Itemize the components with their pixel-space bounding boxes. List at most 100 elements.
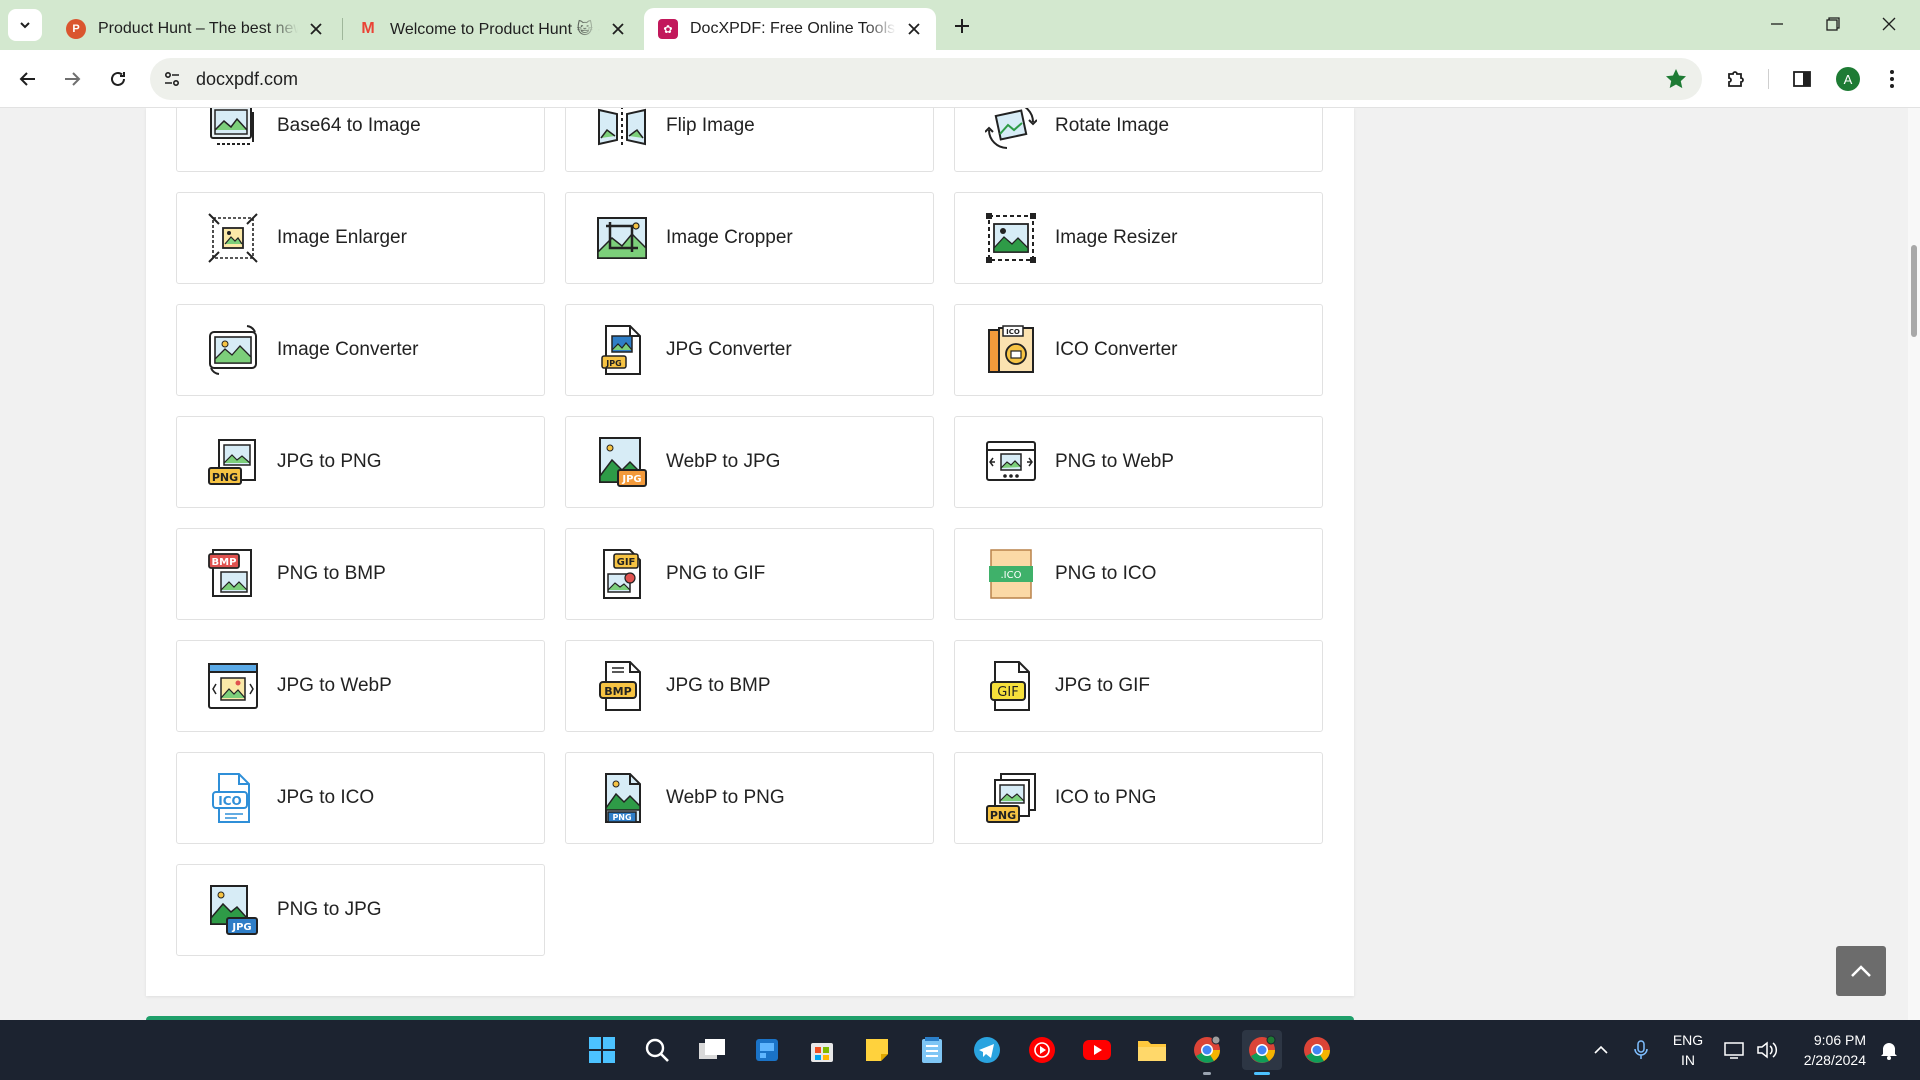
tool-label: JPG to PNG [277,451,382,472]
tool-card-jpg-to-gif[interactable]: GIF JPG to GIF [954,640,1323,732]
side-panel-button[interactable] [1786,63,1818,95]
tool-card-jpg-to-ico[interactable]: ICO JPG to ICO [176,752,545,844]
png-doc-icon: PNG [605,773,641,823]
windows-taskbar: ENG IN 9:06 PM 2/28/2024 [0,1020,1920,1080]
bookmark-star-icon[interactable] [1664,67,1688,91]
svg-text:PNG: PNG [212,471,238,484]
file-explorer-button[interactable] [1132,1030,1172,1070]
language-indicator[interactable]: ENG IN [1666,1020,1710,1080]
chrome-profile-1-button[interactable] [1187,1030,1227,1070]
tool-card-image-converter[interactable]: Image Converter [176,304,545,396]
sticky-notes-button[interactable] [857,1030,897,1070]
tab-gmail[interactable]: M Welcome to Product Hunt 😺 - Gmail [344,8,640,50]
tool-label: Image Enlarger [277,227,407,248]
chevron-up-icon [1594,1045,1608,1054]
language-code: ENG [1672,1032,1704,1048]
jpg-file-icon: JPG [601,325,641,375]
scrollbar-thumb[interactable] [1911,245,1917,337]
tool-card-png-to-gif[interactable]: GIF PNG to GIF [565,528,934,620]
tool-card-png-to-bmp[interactable]: BMP PNG to BMP [176,528,545,620]
url-text[interactable]: docxpdf.com [196,69,298,90]
address-bar[interactable]: docxpdf.com [150,58,1702,100]
tool-card-webp-to-jpg[interactable]: JPG WebP to JPG [565,416,934,508]
telegram-icon [974,1037,1000,1063]
tool-card-image-enlarger[interactable]: Image Enlarger [176,192,545,284]
search-icon [645,1038,669,1062]
tool-card-ico-converter[interactable]: ICO ICO Converter [954,304,1323,396]
tab-title: Welcome to Product Hunt 😺 - Gmail [390,21,600,38]
svg-text:ICO: ICO [218,794,241,808]
minimize-button[interactable] [1754,8,1800,40]
tab-search-button[interactable] [8,9,42,41]
chevron-down-icon [20,22,30,29]
plus-icon [955,19,969,33]
close-icon[interactable] [306,19,326,39]
widgets-button[interactable] [747,1030,787,1070]
notepad-icon [922,1037,942,1063]
svg-text:PNG: PNG [990,809,1016,822]
store-button[interactable] [802,1030,842,1070]
close-icon[interactable] [904,19,924,39]
clock-time: 9:06 PM [1813,1032,1866,1048]
notepad-button[interactable] [912,1030,952,1070]
youtube-button[interactable] [1077,1030,1117,1070]
region-code: IN [1681,1052,1695,1068]
telegram-button[interactable] [967,1030,1007,1070]
restore-button[interactable] [1810,8,1856,40]
back-button[interactable] [12,63,44,95]
tool-card-jpg-to-png[interactable]: PNG JPG to PNG [176,416,545,508]
svg-text:BMP: BMP [212,557,237,568]
arrow-left-icon [19,72,35,86]
show-hidden-icons-button[interactable] [1588,1020,1614,1080]
tool-card-png-to-ico[interactable]: .ICO PNG to ICO [954,528,1323,620]
tab-product-hunt[interactable]: P Product Hunt – The best new products i… [52,8,338,50]
tool-card-flip-image[interactable]: Flip Image [565,108,934,172]
tool-label: Image Cropper [666,227,793,248]
network-button[interactable] [1720,1020,1750,1080]
close-icon[interactable] [608,19,628,39]
tool-card-jpg-converter[interactable]: JPG JPG Converter [565,304,934,396]
extensions-button[interactable] [1720,63,1752,95]
tool-label: PNG to BMP [277,563,386,584]
search-button[interactable] [637,1030,677,1070]
gmail-favicon-icon: M [361,20,375,37]
youtube-music-button[interactable] [1022,1030,1062,1070]
scroll-to-top-button[interactable] [1836,946,1886,996]
tool-card-jpg-to-bmp[interactable]: BMP JPG to BMP [565,640,934,732]
start-button[interactable] [582,1030,622,1070]
page-viewport: Base64 to Image Flip Image Rotate Image … [0,108,1920,1020]
chrome-profile-a-button[interactable] [1242,1030,1282,1070]
png-stack-icon: PNG [986,773,1036,823]
tool-label: Image Resizer [1055,227,1178,248]
tool-label: Rotate Image [1055,115,1170,136]
tool-card-image-cropper[interactable]: Image Cropper [565,192,934,284]
tool-card-rotate-image[interactable]: Rotate Image [954,108,1323,172]
chrome-profile-3-button[interactable] [1297,1030,1337,1070]
tool-label: JPG Converter [666,339,792,360]
close-window-button[interactable] [1866,8,1912,40]
menu-button[interactable] [1876,63,1908,95]
site-info-icon[interactable] [162,69,182,89]
profile-button[interactable]: A [1832,63,1864,95]
tool-card-png-to-jpg[interactable]: JPG PNG to JPG [176,864,545,956]
tool-card-base64-to-image[interactable]: Base64 to Image [176,108,545,172]
reload-button[interactable] [102,63,134,95]
active-indicator [1254,1072,1270,1075]
tab-title: Product Hunt – The best new products in … [98,20,298,37]
tool-label: ICO Converter [1055,339,1178,360]
tab-docxpdf[interactable]: ✿ DocXPDF: Free Online Tools • Free [644,8,936,50]
task-view-button[interactable] [692,1030,732,1070]
volume-button[interactable] [1752,1020,1782,1080]
bmp-icon: BMP [208,549,252,597]
tool-card-png-to-webp[interactable]: PNG to WebP [954,416,1323,508]
notifications-button[interactable] [1874,1020,1904,1080]
tool-card-webp-to-png[interactable]: PNG WebP to PNG [565,752,934,844]
tool-card-jpg-to-webp[interactable]: JPG to WebP [176,640,545,732]
forward-button[interactable] [56,63,88,95]
clock[interactable]: 9:06 PM 2/28/2024 [1790,1020,1866,1080]
microphone-button[interactable] [1626,1020,1656,1080]
tool-card-image-resizer[interactable]: Image Resizer [954,192,1323,284]
volume-icon [1757,1041,1778,1059]
new-tab-button[interactable] [948,12,976,40]
tool-card-ico-to-png[interactable]: PNG ICO to PNG [954,752,1323,844]
